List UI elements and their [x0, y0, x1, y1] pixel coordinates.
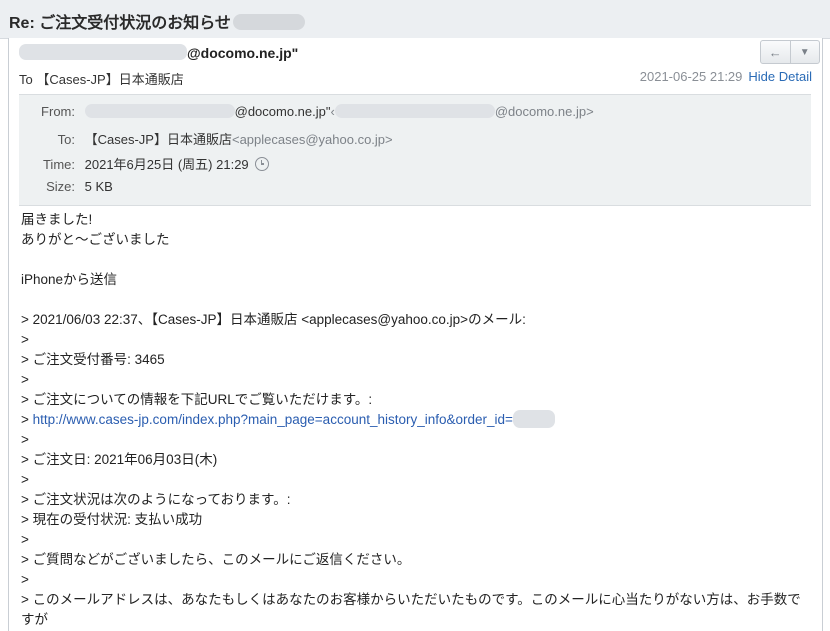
time-value: 2021年6月25日 (周五) 21:29: [84, 157, 249, 172]
to-label: To: [19, 72, 33, 87]
to-detail-label: To:: [57, 132, 75, 147]
body-line: > ご質問などがございましたら、このメールにご返信ください。: [21, 552, 411, 567]
message-body: 届きました! ありがと～ございました iPhoneから送信 > 2021/06/…: [21, 210, 811, 630]
subject-text: Re: ご注文受付状況のお知らせ: [9, 15, 231, 32]
redacted-block: [232, 14, 305, 30]
to-detail-name[interactable]: 【Cases-JP】日本通販店: [85, 132, 232, 147]
date-summary: 2021-06-25 21:29 Hide Detail: [640, 69, 812, 84]
message-date: 2021-06-25 21:29: [639, 69, 743, 84]
chevron-down-icon: ▼: [799, 46, 810, 58]
size-label: Size:: [46, 179, 75, 194]
body-link-line: > http://www.cases-jp.com/index.php?main…: [21, 410, 811, 430]
body-line: > 現在の受付状況: 支払い成功: [21, 512, 203, 527]
body-line: >: [21, 332, 29, 347]
body-line: 届きました!: [21, 212, 93, 227]
sender-row: @docomo.ne.jp": [19, 44, 298, 61]
detail-panel: From: @docomo.ne.jp"‹ @docomo.ne.jp> To: …: [19, 94, 811, 206]
message-frame: @docomo.ne.jp" ← ▼ To 【Cases-JP】日本通販店 20…: [8, 38, 823, 631]
body-line: >: [21, 372, 29, 387]
from-row: From: @docomo.ne.jp"‹ @docomo.ne.jp>: [29, 104, 594, 119]
reply-button[interactable]: ←: [761, 41, 791, 63]
body-line: >: [21, 472, 29, 487]
reply-arrow-icon: ←: [768, 44, 782, 60]
body-line: [21, 250, 811, 270]
body-line: > ご注文についての情報を下記URLでご覧いただけます。:: [21, 392, 373, 407]
size-value: 5 KB: [84, 179, 113, 194]
body-line: >: [21, 572, 29, 587]
body-line: [21, 290, 811, 310]
body-line: > ご注文状況は次のようになっております。:: [21, 492, 291, 507]
body-line: > このメールアドレスは、あなたもしくはあなたのお客様からいただいたものです。こ…: [21, 592, 801, 627]
to-name[interactable]: 【Cases-JP】日本通販店: [36, 72, 183, 87]
redacted-block: [334, 104, 495, 118]
redacted-block: [84, 104, 235, 118]
body-line: ありがと～ございました: [21, 232, 170, 247]
body-line: > ご注文受付番号: 3465: [21, 352, 165, 367]
body-line: >: [21, 532, 29, 547]
time-row: Time: 2021年6月25日 (周五) 21:29: [29, 154, 269, 173]
time-label: Time:: [42, 157, 75, 172]
to-row: To: 【Cases-JP】日本通販店<applecases@yahoo.co.…: [29, 129, 393, 148]
size-row: Size: 5 KB: [29, 179, 113, 194]
body-line: iPhoneから送信: [21, 272, 118, 287]
message-actions: ← ▼: [760, 40, 820, 64]
more-button[interactable]: ▼: [791, 41, 820, 63]
order-history-link[interactable]: http://www.cases-jp.com/index.php?main_p…: [33, 412, 513, 427]
to-summary: To 【Cases-JP】日本通販店: [19, 69, 184, 88]
sender-address: @docomo.ne.jp": [187, 45, 299, 61]
from-email[interactable]: @docomo.ne.jp>: [495, 104, 594, 119]
body-line: >: [21, 432, 29, 447]
to-detail-email[interactable]: <applecases@yahoo.co.jp>: [232, 132, 393, 147]
subject-title: Re: ご注文受付状況のお知らせ: [9, 9, 305, 33]
from-label: From:: [41, 104, 75, 119]
subject-bar: Re: ご注文受付状況のお知らせ: [0, 0, 830, 39]
body-line: > 2021/06/03 22:37、【Cases-JP】日本通販店 <appl…: [21, 312, 526, 327]
hide-detail-link[interactable]: Hide Detail: [748, 69, 812, 84]
redacted-block: [19, 44, 187, 60]
body-line: > ご注文日: 2021年06月03日(木): [21, 452, 218, 467]
history-clock-icon[interactable]: [254, 157, 269, 171]
redacted-block: [512, 410, 555, 428]
from-address[interactable]: @docomo.ne.jp": [235, 104, 331, 119]
